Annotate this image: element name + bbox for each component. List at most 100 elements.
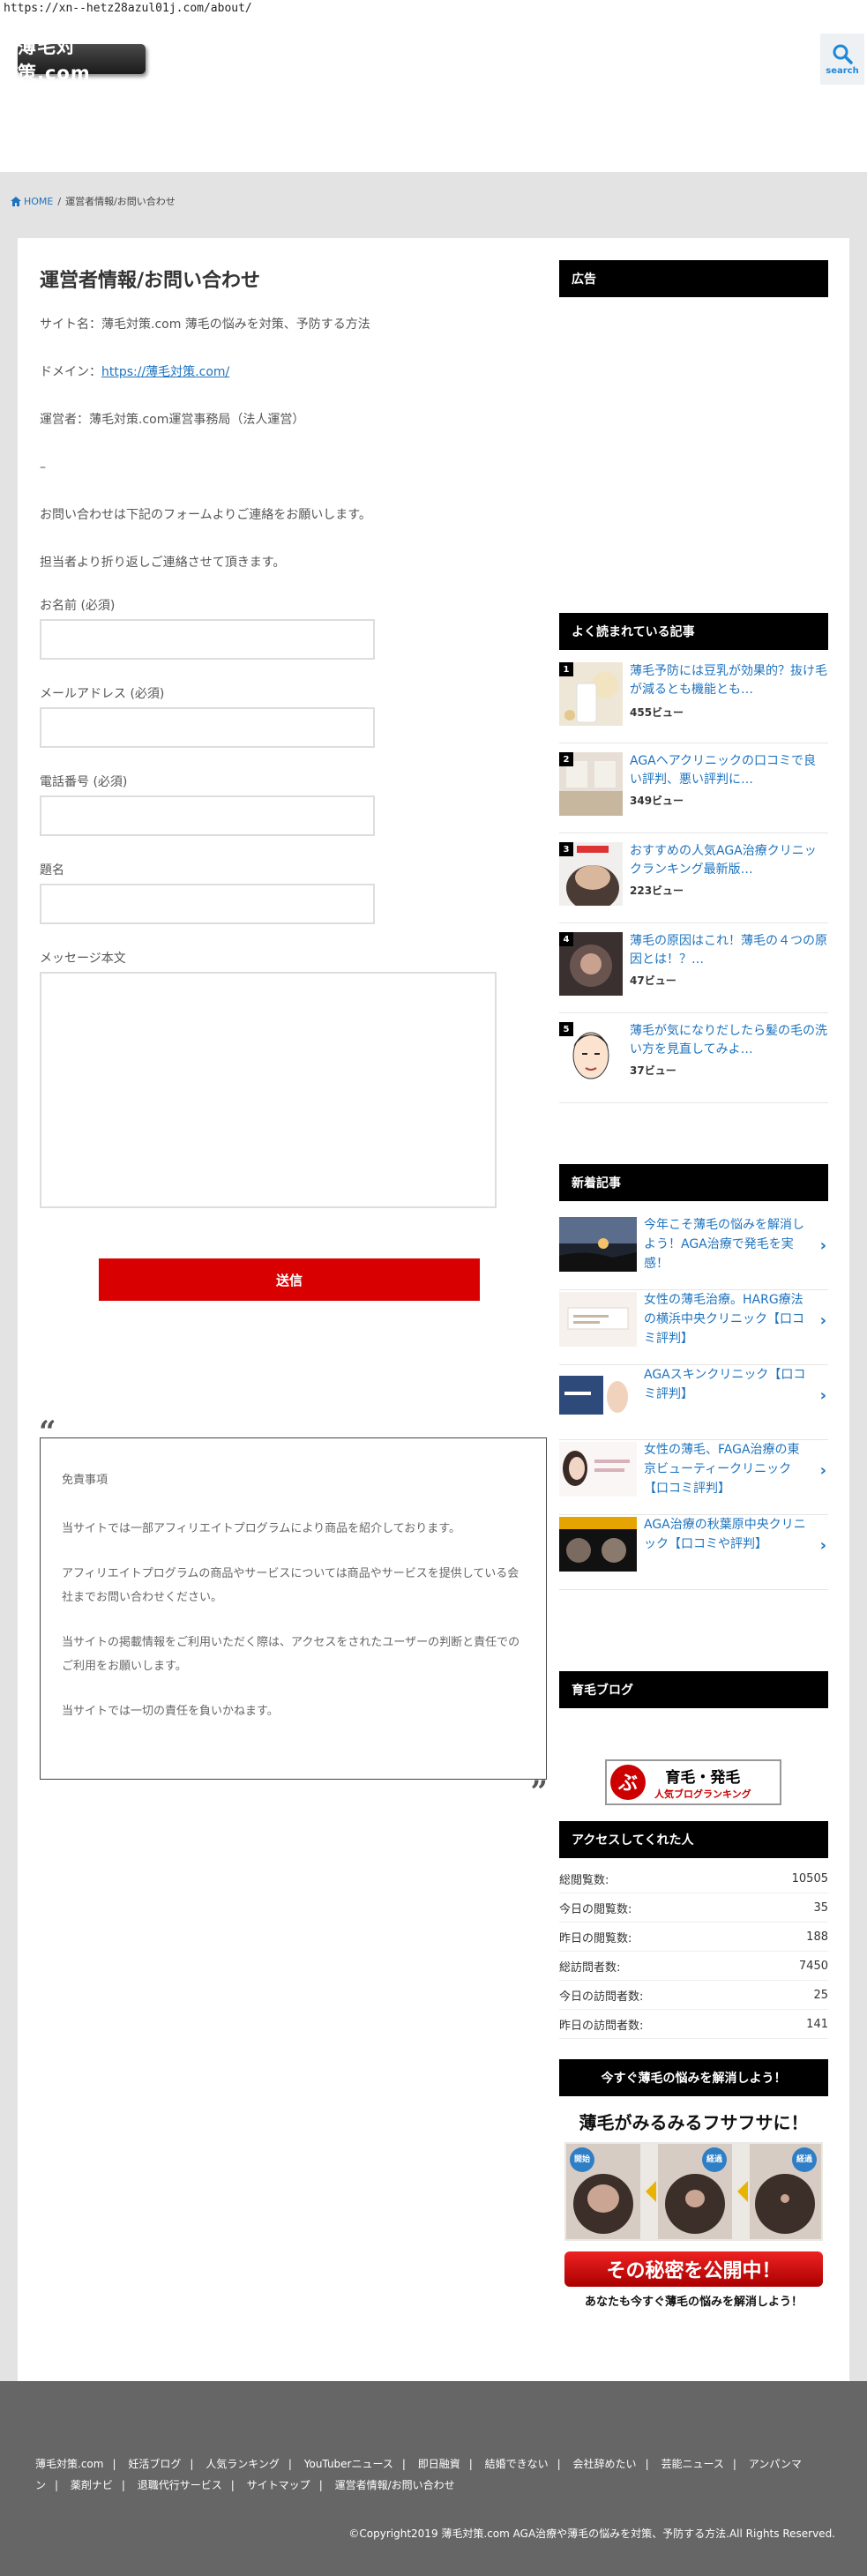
- chevron-right-icon[interactable]: ›: [820, 1386, 826, 1405]
- message-textarea[interactable]: [40, 972, 497, 1208]
- chevron-right-icon[interactable]: ›: [820, 1311, 826, 1330]
- footer-separator: |: [112, 2458, 116, 2470]
- footer-separator: |: [468, 2458, 473, 2470]
- site-logo[interactable]: 薄毛対策.com: [18, 36, 146, 84]
- footer-link[interactable]: 妊活ブログ: [128, 2458, 181, 2470]
- new-article-title[interactable]: 女性の薄毛、FAGA治療の東京ビューティークリニック【口コミ評判】: [644, 1440, 811, 1498]
- footer-link[interactable]: 結婚できない: [485, 2458, 549, 2470]
- footer-link[interactable]: 芸能ニュース: [661, 2458, 723, 2470]
- address-bar-url[interactable]: https://xn--hetz28azul01j.com/about/: [4, 2, 252, 15]
- search-label: search: [826, 65, 859, 76]
- name-field[interactable]: [40, 619, 375, 660]
- disclaimer-p1: 当サイトでは一部アフィリエイトプログラムにより商品を紹介しております。: [62, 1522, 461, 1535]
- footer-link[interactable]: YouTuberニュース: [304, 2458, 393, 2470]
- ad-widget-title: 広告: [559, 260, 828, 297]
- stat-label: 昨日の閲覧数:: [559, 1932, 632, 1945]
- popular-item-title[interactable]: 薄毛が気になりだしたら髪の毛の洗い方を見直してみよ…: [630, 1022, 828, 1059]
- article-content: 運営者情報/お問い合わせ サイト名：薄毛対策.com 薄毛の悩みを対策、予防する…: [40, 265, 562, 1208]
- domain-link[interactable]: https://薄毛対策.com/: [101, 365, 229, 379]
- ad-step-progress: 経過: [796, 2155, 813, 2164]
- popular-item-views: 47ビュー: [630, 974, 676, 987]
- aga-skin-clinic-thumbnail: [559, 1367, 637, 1422]
- stat-row: 総閲覧数: 10505: [559, 1865, 828, 1893]
- disclaimer-title: 免責事項: [62, 1474, 108, 1487]
- dash-text: –: [40, 460, 46, 474]
- name-label: お名前 (必須): [40, 599, 116, 613]
- popular-widget-title: よく読まれている記事: [559, 613, 828, 650]
- new-article-item[interactable]: AGAスキンクリニック【口コミ評判】 ›: [559, 1365, 828, 1440]
- chevron-right-icon[interactable]: ›: [820, 1536, 826, 1555]
- subject-label: 題名: [40, 863, 64, 877]
- subject-field[interactable]: [40, 884, 375, 924]
- new-article-title[interactable]: 女性の薄毛治療。HARG療法の横浜中央クリニック【口コミ評判】: [644, 1290, 811, 1348]
- popular-item-title[interactable]: おすすめの人気AGA治療クリニックランキング最新版…: [630, 842, 828, 879]
- popular-item[interactable]: 2 AGAヘアクリニックの口コミで良い評判、悪い評判に… 349ビュー: [559, 752, 828, 833]
- contact-note: お問い合わせは下記のフォームよりご連絡をお願いします。: [40, 508, 371, 522]
- stat-row: 総訪問者数: 7450: [559, 1953, 828, 1981]
- breadcrumb: HOME / 運営者情報/お問い合わせ: [11, 194, 176, 208]
- quote-open-icon: “: [39, 1415, 56, 1450]
- ad-cta-button[interactable]: その秘密を公開中！: [564, 2251, 823, 2287]
- footer-link[interactable]: 即日融資: [418, 2458, 460, 2470]
- popular-item-views: 223ビュー: [630, 885, 684, 897]
- footer-link[interactable]: サイトマップ: [247, 2479, 310, 2491]
- new-article-title[interactable]: 今年こそ薄毛の悩みを解消しよう！AGA治療で発毛を実感！: [644, 1215, 811, 1273]
- site-name-text: サイト名：薄毛対策.com 薄毛の悩みを対策、予防する方法: [40, 317, 370, 332]
- hair-growth-ad-banner[interactable]: 薄毛がみるみるフサフサに！ 開始 経過 経過 その秘密を公開中！ あなたも今すぐ…: [559, 2103, 828, 2309]
- popular-item-views: 37ビュー: [630, 1064, 676, 1077]
- new-articles-widget-title: 新着記事: [559, 1164, 828, 1201]
- email-field[interactable]: [40, 707, 375, 748]
- sunset-thumbnail: [559, 1217, 637, 1272]
- ad-step-start: 開始: [574, 2155, 591, 2164]
- breadcrumb-separator: /: [57, 195, 62, 207]
- footer-link[interactable]: 会社辞めたい: [573, 2458, 637, 2470]
- blog-ranking-banner[interactable]: ぶ 育毛・発毛 人気ブログランキング: [605, 1759, 781, 1805]
- new-article-title[interactable]: AGA治療の秋葉原中央クリニック【口コミや評判】: [644, 1515, 811, 1554]
- site-header: 薄毛対策.com search: [0, 0, 867, 172]
- new-article-title[interactable]: AGAスキンクリニック【口コミ評判】: [644, 1365, 811, 1404]
- new-article-item[interactable]: AGA治療の秋葉原中央クリニック【口コミや評判】 ›: [559, 1515, 828, 1590]
- stat-value: 7450: [798, 1960, 828, 1973]
- access-widget-title: アクセスしてくれた人: [559, 1821, 828, 1858]
- disclaimer-p3: 当サイトの掲載情報をご利用いただく際は、アクセスをされたユーザーの判断と責任での…: [62, 1636, 520, 1673]
- footer-link[interactable]: 薬剤ナビ: [71, 2479, 113, 2491]
- stat-label: 今日の訪問者数:: [559, 1990, 644, 2004]
- footer-link[interactable]: 薄毛対策.com: [35, 2458, 103, 2470]
- new-article-item[interactable]: 女性の薄毛治療。HARG療法の横浜中央クリニック【口コミ評判】 ›: [559, 1290, 828, 1365]
- breadcrumb-current: 運営者情報/お問い合わせ: [65, 196, 176, 207]
- popular-item[interactable]: 4 薄毛の原因はこれ！薄毛の４つの原因とは！？… 47ビュー: [559, 932, 828, 1013]
- popular-item[interactable]: 5 薄毛が気になりだしたら髪の毛の洗い方を見直してみよ… 37ビュー: [559, 1022, 828, 1103]
- chevron-right-icon[interactable]: ›: [820, 1236, 826, 1255]
- new-article-item[interactable]: 女性の薄毛、FAGA治療の東京ビューティークリニック【口コミ評判】 ›: [559, 1440, 828, 1515]
- stat-value: 25: [813, 1989, 828, 2002]
- popular-item-title[interactable]: AGAヘアクリニックの口コミで良い評判、悪い評判に…: [630, 752, 828, 789]
- akihabara-clinic-thumbnail: [559, 1517, 637, 1572]
- search-button[interactable]: search: [820, 34, 864, 85]
- footer-link[interactable]: 運営者情報/お問い合わせ: [335, 2479, 455, 2491]
- stat-label: 昨日の訪問者数:: [559, 2020, 644, 2033]
- breadcrumb-home[interactable]: HOME: [11, 196, 53, 207]
- new-article-item[interactable]: 今年こそ薄毛の悩みを解消しよう！AGA治療で発毛を実感！ ›: [559, 1215, 828, 1290]
- popular-item[interactable]: 1 薄毛予防には豆乳が効果的？抜け毛が減るとも機能とも… 455ビュー: [559, 662, 828, 743]
- stat-label: 今日の閲覧数:: [559, 1903, 632, 1916]
- submit-button[interactable]: 送信: [99, 1258, 480, 1301]
- footer-separator: |: [288, 2458, 292, 2470]
- footer-link[interactable]: 退職代行サービス: [138, 2479, 222, 2491]
- breadcrumb-home-label[interactable]: HOME: [24, 196, 53, 207]
- popular-item-title[interactable]: 薄毛の原因はこれ！薄毛の４つの原因とは！？…: [630, 932, 828, 969]
- blog-ranking-logo-icon: ぶ: [610, 1765, 646, 1800]
- chevron-right-icon[interactable]: ›: [820, 1461, 826, 1480]
- search-icon: [833, 44, 853, 64]
- footer-separator: |: [230, 2479, 235, 2491]
- footer-link[interactable]: 人気ランキング: [206, 2458, 280, 2470]
- phone-field[interactable]: [40, 795, 375, 836]
- stat-row: 今日の閲覧数: 35: [559, 1894, 828, 1923]
- stat-value: 141: [806, 2018, 828, 2031]
- blog-widget-title: 育毛ブログ: [559, 1671, 828, 1708]
- popular-item-title[interactable]: 薄毛予防には豆乳が効果的？抜け毛が減るとも機能とも…: [630, 662, 828, 699]
- rank-badge: 2: [559, 752, 573, 766]
- footer-separator: |: [732, 2458, 736, 2470]
- popular-item[interactable]: 3 おすすめの人気AGA治療クリニックランキング最新版… 223ビュー: [559, 842, 828, 923]
- stat-label: 総訪問者数:: [559, 1961, 621, 1975]
- stat-row: 今日の訪問者数: 25: [559, 1982, 828, 2010]
